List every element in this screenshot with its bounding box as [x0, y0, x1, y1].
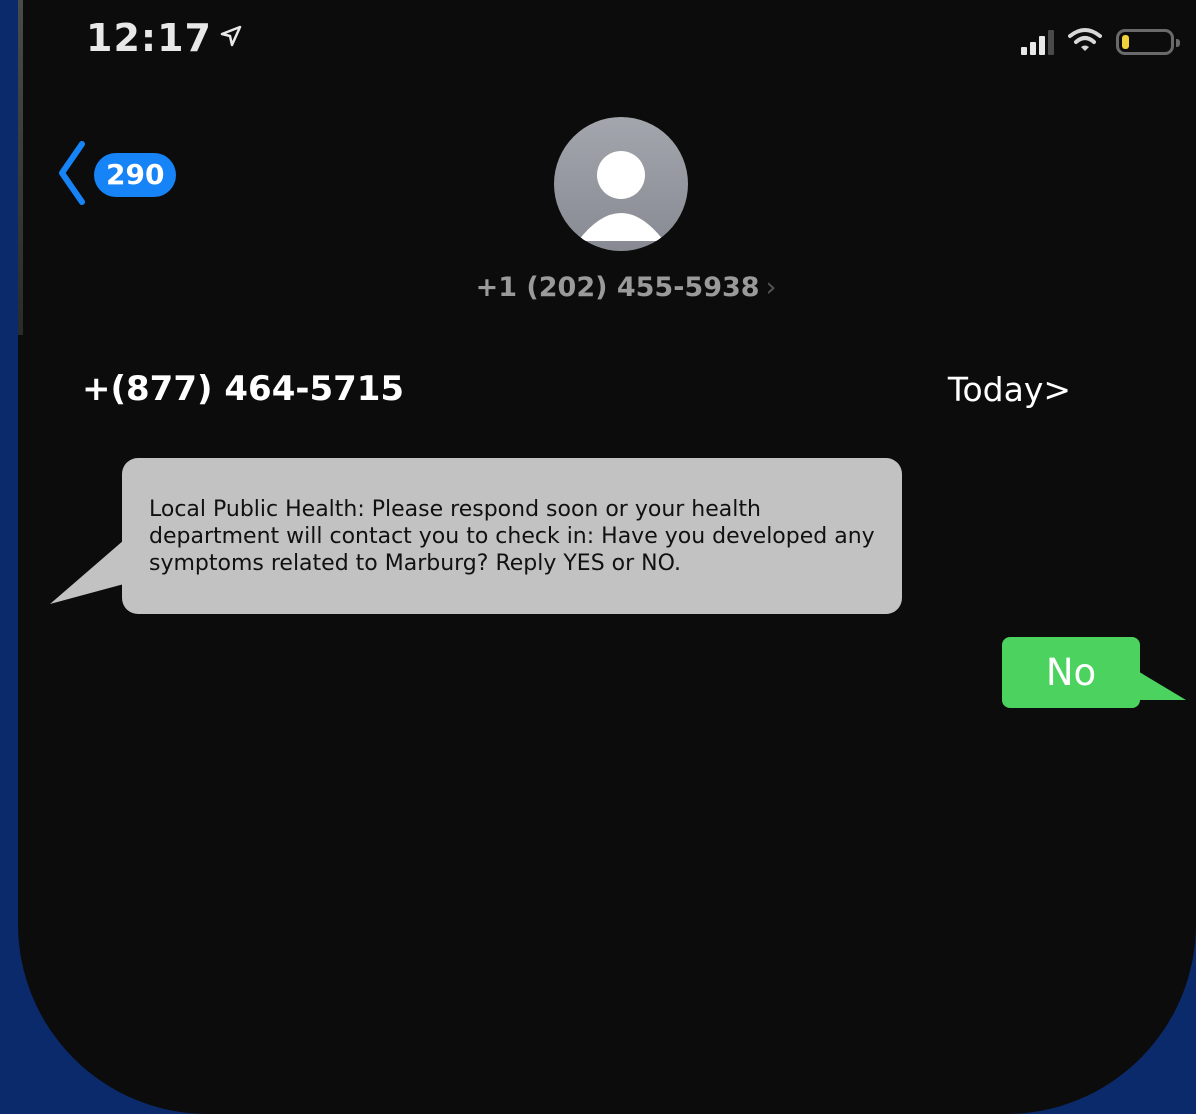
outgoing-bubble-tail	[1136, 670, 1186, 700]
incoming-message-bubble[interactable]: Local Public Health: Please respond soon…	[122, 458, 902, 614]
screen-edge-highlight	[18, 0, 23, 335]
back-button[interactable]: 290	[56, 140, 177, 210]
battery-icon	[1116, 29, 1180, 55]
wifi-icon	[1068, 27, 1102, 57]
contact-number-text: +1 (202) 455-5938	[475, 272, 760, 303]
status-indicators	[1021, 26, 1180, 58]
battery-level-fill	[1122, 35, 1129, 49]
location-arrow-icon	[220, 21, 242, 54]
unread-count-badge: 290	[94, 153, 177, 197]
contact-number[interactable]: +1 (202) 455-5938 ›	[438, 272, 814, 303]
date-link[interactable]: Today>	[948, 370, 1071, 409]
chevron-left-icon	[56, 140, 88, 210]
phone-screen: 12:17 290 +1 (202) 455-5938 › +(877) 464…	[18, 0, 1196, 1114]
status-time: 12:17	[86, 16, 242, 60]
sender-number: +(877) 464-5715	[82, 369, 405, 409]
incoming-message-text: Local Public Health: Please respond soon…	[149, 496, 875, 576]
cellular-signal-icon	[1021, 29, 1054, 55]
incoming-bubble-tail	[50, 540, 124, 604]
contact-avatar[interactable]	[554, 117, 688, 251]
status-time-text: 12:17	[86, 16, 212, 60]
outgoing-message-bubble[interactable]: No	[1002, 637, 1140, 708]
person-silhouette-icon	[578, 151, 664, 241]
outgoing-message-text: No	[1045, 651, 1097, 694]
contact-chevron: ›	[765, 272, 777, 303]
